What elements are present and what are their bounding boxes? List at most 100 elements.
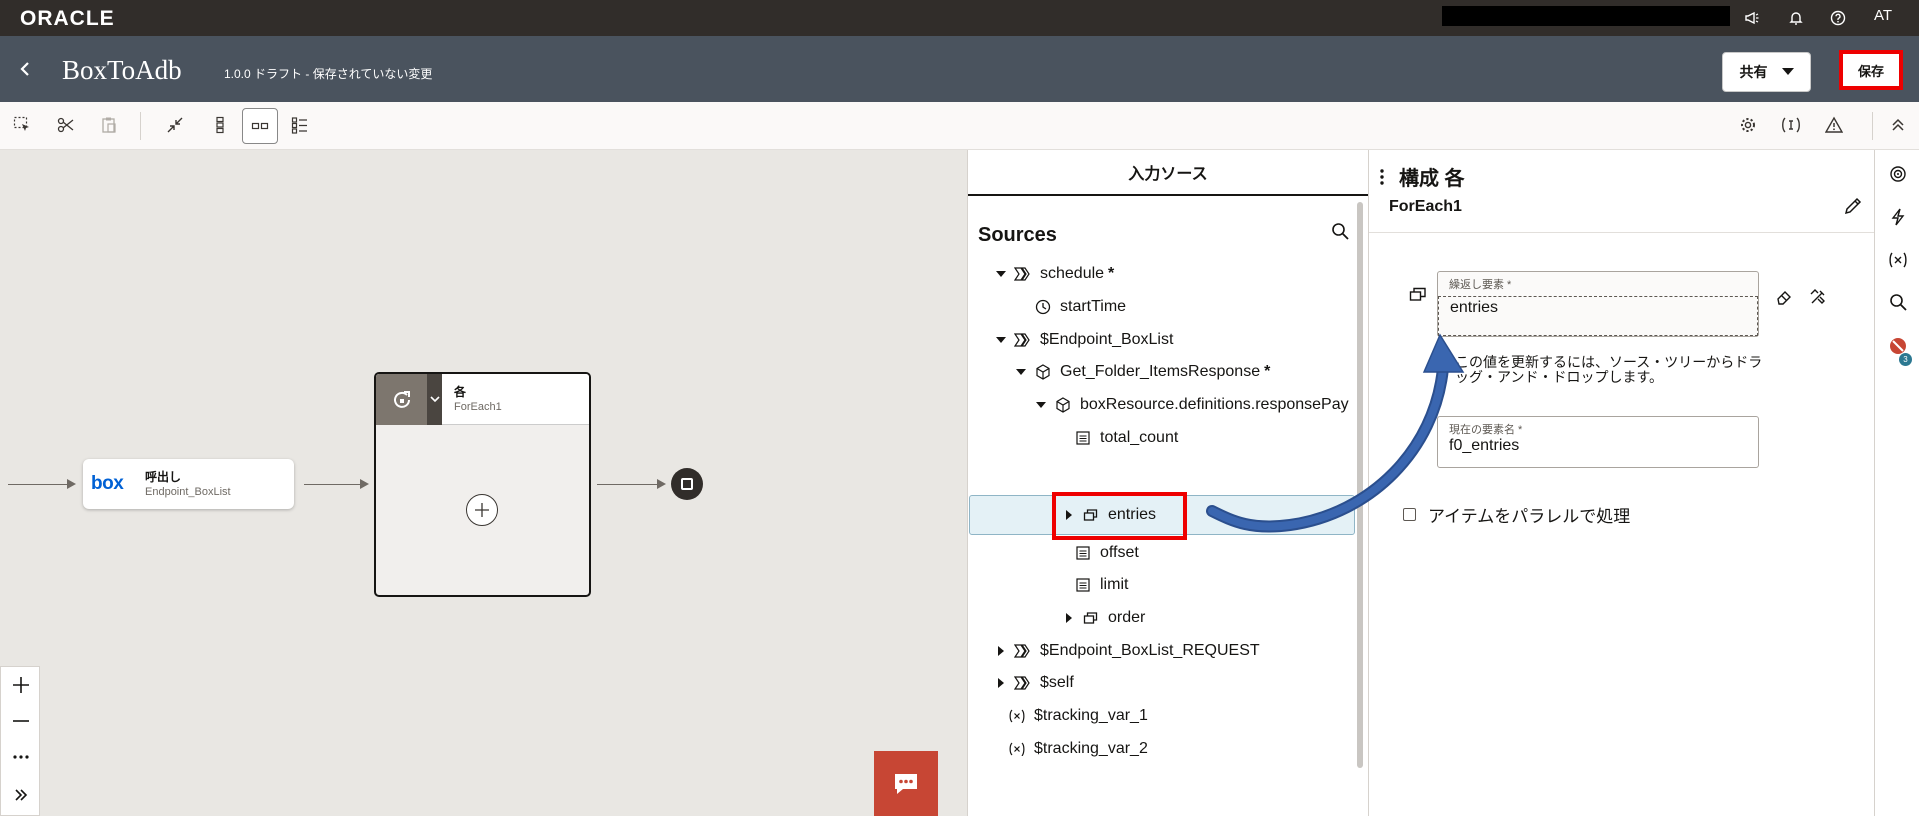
tree-node-offset[interactable]: offset [1074,538,1139,568]
cut-icon[interactable] [55,114,77,136]
tree-label: startTime [1060,298,1127,315]
field-label: 現在の要素名 * [1449,424,1523,436]
for-each-header[interactable]: 各 ForEach1 [376,374,589,425]
tree-node-box-resource[interactable]: boxResource.definitions.responsePay [1034,390,1349,420]
box-logo: box [91,473,124,494]
paste-icon[interactable] [98,114,120,136]
tree-node-total-count[interactable]: total_count [1074,423,1178,453]
tree-label: offset [1100,544,1139,561]
integration-variable-icon[interactable] [1780,114,1802,136]
tree-node-schedule[interactable]: schedule * [994,259,1114,289]
zoom-out-button[interactable] [1,703,41,739]
message-icon [1014,642,1032,660]
tools-icon[interactable] [1809,288,1829,308]
tree-label: $tracking_var_2 [1034,740,1148,757]
loop-icon [376,374,427,425]
tree-node-get-folder-items-response[interactable]: Get_Folder_ItemsResponse * [1014,357,1270,387]
repeating-element-icon [1082,609,1100,627]
right-rail: 3 [1874,150,1919,816]
minus-icon [13,720,29,722]
field-value: entries [1450,299,1499,316]
save-button[interactable]: 保存 [1843,54,1899,86]
collapse-icon[interactable] [164,114,186,136]
tree-label: total_count [1100,429,1179,446]
plus-icon [475,503,489,517]
field-value: f0_entries [1449,437,1520,454]
caret-right-icon[interactable] [994,644,1008,658]
scrollbar[interactable] [1356,202,1364,768]
chevron-down-icon[interactable] [427,374,442,425]
variable-icon[interactable] [1887,249,1909,271]
message-icon [1014,265,1032,283]
caret-down-icon[interactable] [994,333,1008,347]
tree-node-self[interactable]: $self [994,668,1074,698]
kebab-menu-icon[interactable] [1379,168,1385,186]
flow-connector [8,484,71,485]
caret-down-icon[interactable] [1014,365,1028,379]
warning-icon[interactable] [1823,114,1845,136]
stop-icon [681,478,693,490]
search-icon[interactable] [1887,291,1909,313]
field-icon [1074,576,1092,594]
tree-node-endpoint-boxlist[interactable]: $Endpoint_BoxList [994,325,1173,355]
eraser-icon[interactable] [1775,288,1795,308]
scroll-thumb[interactable] [1357,202,1363,768]
tree-node-tracking-var-2[interactable]: $tracking_var_2 [1008,734,1148,764]
caret-down-icon[interactable] [1034,398,1048,412]
integration-canvas[interactable]: box 呼出し Endpoint_BoxList 各 ForEach1 [0,150,967,816]
vertical-layout-icon[interactable] [209,114,231,136]
tab-input-sources[interactable]: 入力ソース [968,150,1368,196]
add-action-button[interactable] [466,494,498,526]
drop-zone[interactable]: entries [1438,296,1758,336]
tree-label: $Endpoint_BoxList_REQUEST [1040,642,1260,659]
chat-button[interactable] [874,751,938,816]
select-tool-icon[interactable] [11,114,33,136]
chat-icon [895,773,917,794]
announcement-icon[interactable] [1742,8,1762,28]
tree-node-limit[interactable]: limit [1074,570,1128,600]
tree-node-endpoint-boxlist-request[interactable]: $Endpoint_BoxList_REQUEST [994,636,1260,666]
parallel-processing-option[interactable]: アイテムをパラレルで処理 [1403,502,1630,527]
search-icon[interactable] [1331,222,1351,242]
double-chevron-up-icon[interactable] [1887,114,1909,136]
drag-drop-hint: この値を更新するには、ソース・ツリーからドラッグ・アンド・ドロップします。 [1455,354,1763,385]
tree-node-tracking-var-1[interactable]: $tracking_var_1 [1008,701,1148,731]
version-status: 1.0.0 ドラフト - 保存されていない変更 [224,67,433,81]
cube-icon [1034,363,1052,381]
zoom-in-button[interactable] [1,667,41,703]
more-options-button[interactable] [1,739,41,775]
lightning-icon[interactable] [1887,206,1909,228]
pencil-icon[interactable] [1843,196,1863,216]
flow-connector [304,484,364,485]
caret-right-icon[interactable] [994,676,1008,690]
page-title: BoxToAdb [62,55,182,85]
repeating-element-field[interactable]: 繰返し要素 * entries [1437,271,1759,337]
tree-node-order[interactable]: order [1062,603,1145,633]
caret-down-icon[interactable] [994,267,1008,281]
header-bar: BoxToAdb 1.0.0 ドラフト - 保存されていない変更 共有 保存 [0,36,1919,102]
invoke-node[interactable]: box 呼出し Endpoint_BoxList [83,459,294,509]
top-bar: ORACLE AT [0,0,1919,36]
target-icon[interactable] [1887,163,1909,185]
help-icon[interactable] [1828,8,1848,28]
gear-icon[interactable] [1737,114,1759,136]
flow-arrowhead [360,479,369,489]
current-element-field[interactable]: 現在の要素名 * f0_entries [1437,416,1759,468]
caret-right-icon[interactable] [1062,611,1076,625]
share-button[interactable]: 共有 [1722,52,1811,92]
avatar[interactable]: AT [1874,7,1892,24]
tree-node-starttime[interactable]: startTime [1034,292,1126,322]
flow-connector [597,484,661,485]
double-chevron-right-icon [15,789,28,801]
horizontal-layout-icon[interactable] [242,108,278,144]
tree-label: $tracking_var_1 [1034,707,1148,724]
back-button[interactable] [14,58,36,80]
end-node[interactable] [671,468,703,500]
detail-layout-icon[interactable] [289,114,311,136]
bell-icon[interactable] [1786,8,1806,28]
tree-label: boxResource.definitions.responsePay [1080,396,1349,413]
for-each-node[interactable]: 各 ForEach1 [374,372,591,597]
expand-button[interactable] [1,777,41,813]
parallel-checkbox[interactable] [1403,508,1416,521]
required-marker: * [1108,265,1115,282]
